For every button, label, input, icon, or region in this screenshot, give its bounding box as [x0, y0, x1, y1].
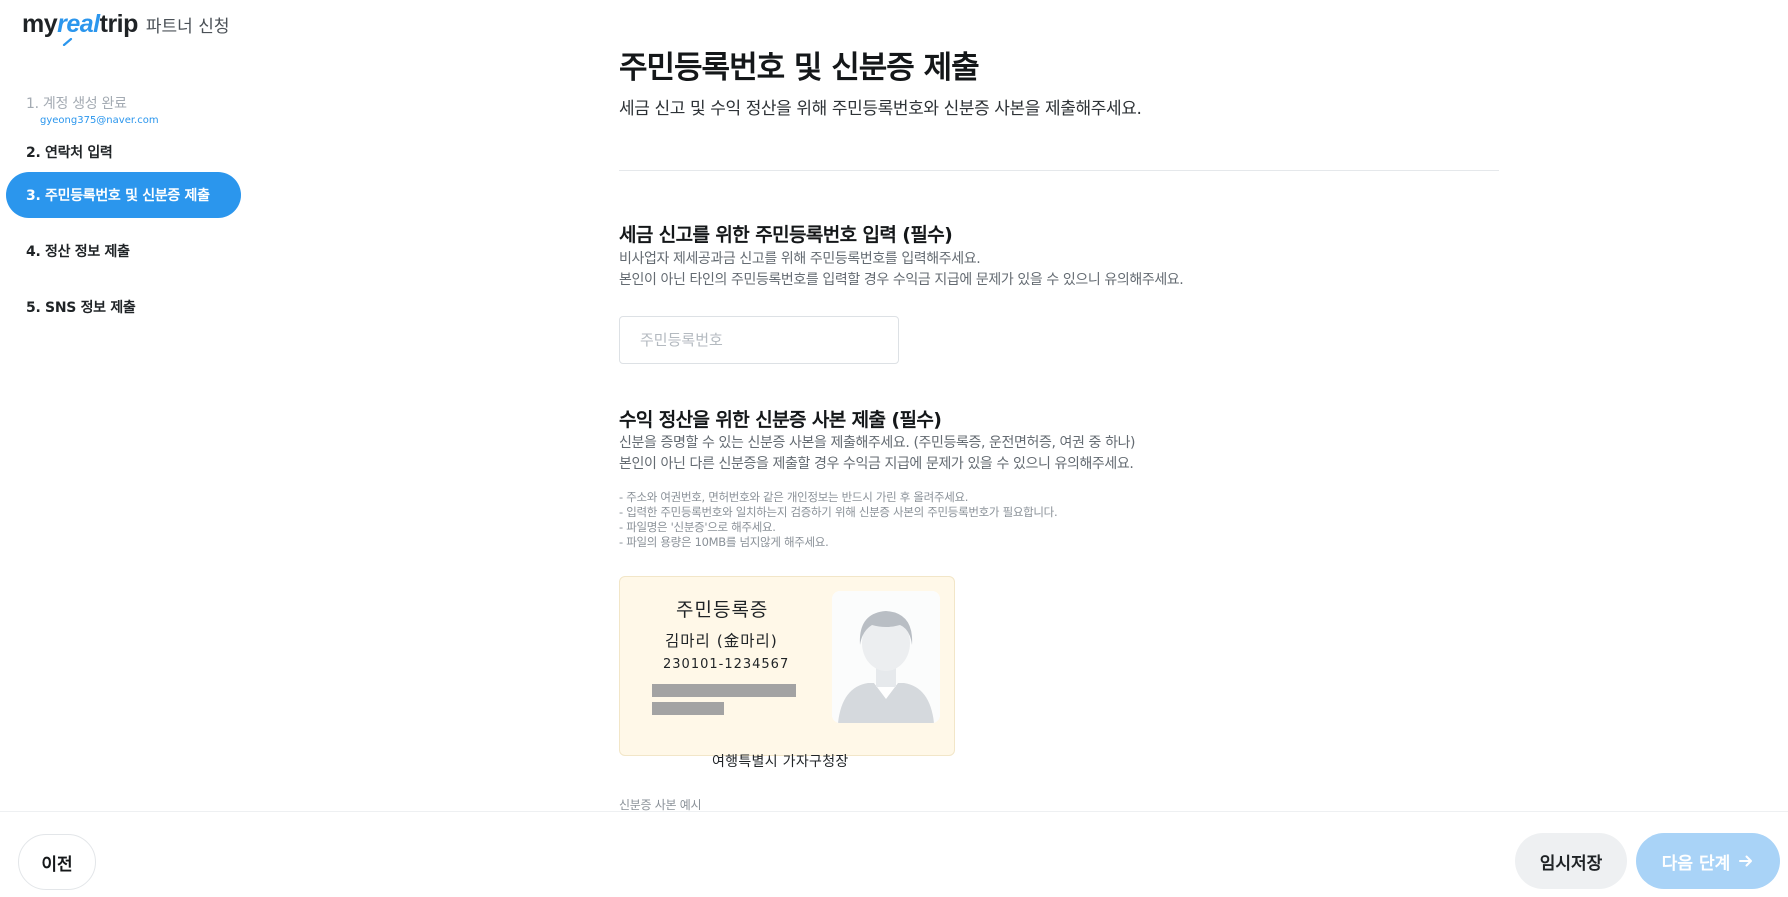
note-item: - 파일명은 '신분증'으로 해주세요. — [619, 520, 776, 534]
rrn-section-description: 비사업자 제세공과금 신고를 위해 주민등록번호를 입력해주세요. 본인이 아닌… — [619, 249, 1184, 291]
step-label: 4. 정산 정보 제출 — [26, 244, 130, 260]
sidebar: myrealtrip 파트너 신청 1. 계정 생성 완료 gyeong375@… — [0, 0, 260, 810]
step-item-sns[interactable]: 5. SNS 정보 제출 — [6, 284, 241, 330]
page-title: 주민등록번호 및 신분증 제출 — [619, 50, 980, 86]
prev-button[interactable]: 이전 — [18, 834, 96, 890]
redacted-address-bar — [652, 684, 796, 697]
step-label: 2. 연락처 입력 — [26, 145, 113, 161]
prev-button-label: 이전 — [41, 854, 73, 875]
rrn-section-title: 세금 신고를 위한 주민등록번호 입력 (필수) — [619, 224, 953, 246]
account-email: gyeong375@naver.com — [40, 114, 159, 126]
note-item: - 파일의 용량은 10MB를 넘지않게 해주세요. — [619, 535, 829, 549]
card-issuer: 여행특별시 가자구청장 — [712, 754, 849, 770]
logo-my: my — [22, 10, 58, 38]
note-item: - 입력한 주민등록번호와 일치하는지 검증하기 위해 신분증 사본의 주민등록… — [619, 505, 1058, 519]
rrn-desc-line: 본인이 아닌 타인의 주민등록번호를 입력할 경우 수익금 지급에 문제가 있을… — [619, 272, 1184, 288]
step-item-id-submission[interactable]: 3. 주민등록번호 및 신분증 제출 — [6, 172, 241, 218]
main-content: 주민등록번호 및 신분증 제출 세금 신고 및 수익 정산을 위해 주민등록번호… — [619, 0, 1499, 812]
redacted-address-bar — [652, 702, 724, 715]
id-card-example: 주민등록증 김마리 (金마리) 230101-1234567 여행특별시 가자구… — [619, 576, 955, 770]
card-name: 김마리 (金마리) — [665, 632, 778, 650]
step-item-account[interactable]: 1. 계정 생성 완료 gyeong375@naver.com — [6, 86, 241, 132]
step-label: 5. SNS 정보 제출 — [26, 300, 136, 316]
arrow-right-icon — [1739, 855, 1753, 867]
rrn-input[interactable] — [619, 316, 899, 364]
logo-trip: trip — [99, 10, 139, 38]
save-draft-button[interactable]: 임시저장 — [1515, 833, 1627, 889]
divider — [619, 170, 1499, 171]
rrn-desc-line: 비사업자 제세공과금 신고를 위해 주민등록번호를 입력해주세요. — [619, 251, 981, 267]
next-step-button[interactable]: 다음 단계 — [1636, 833, 1780, 889]
brand: myrealtrip 파트너 신청 — [22, 10, 230, 46]
step-label: 3. 주민등록번호 및 신분증 제출 — [26, 188, 210, 204]
card-number: 230101-1234567 — [663, 657, 790, 672]
card-title: 주민등록증 — [676, 599, 769, 621]
id-desc-line: 본인이 아닌 다른 신분증을 제출할 경우 수익금 지급에 문제가 있을 수 있… — [619, 456, 1134, 472]
id-section-title: 수익 정산을 위한 신분증 사본 제출 (필수) — [619, 409, 942, 431]
step-label: 1. 계정 생성 완료 — [26, 95, 127, 112]
note-item: - 주소와 여권번호, 면허번호와 같은 개인정보는 반드시 가린 후 올려주세… — [619, 490, 969, 504]
footer-bar: 이전 임시저장 다음 단계 — [0, 811, 1788, 897]
logo-swoosh-icon — [62, 38, 73, 46]
page-description: 세금 신고 및 수익 정산을 위해 주민등록번호와 신분증 사본을 제출해주세요… — [619, 99, 1142, 119]
upload-notes: - 주소와 여권번호, 면허번호와 같은 개인정보는 반드시 가린 후 올려주세… — [619, 490, 1058, 550]
portrait-placeholder-icon — [832, 591, 940, 723]
next-button-label: 다음 단계 — [1661, 853, 1731, 874]
id-desc-line: 신분을 증명할 수 있는 신분증 사본을 제출해주세요. (주민등록증, 운전면… — [619, 435, 1136, 451]
brand-subtitle: 파트너 신청 — [145, 17, 230, 37]
myrealtrip-logo[interactable]: myrealtrip — [22, 10, 139, 46]
step-item-contact[interactable]: 2. 연락처 입력 — [6, 129, 241, 175]
save-button-label: 임시저장 — [1539, 853, 1603, 874]
step-item-settlement[interactable]: 4. 정산 정보 제출 — [6, 228, 241, 274]
logo-real: real — [57, 10, 100, 38]
id-section-description: 신분을 증명할 수 있는 신분증 사본을 제출해주세요. (주민등록증, 운전면… — [619, 433, 1136, 475]
